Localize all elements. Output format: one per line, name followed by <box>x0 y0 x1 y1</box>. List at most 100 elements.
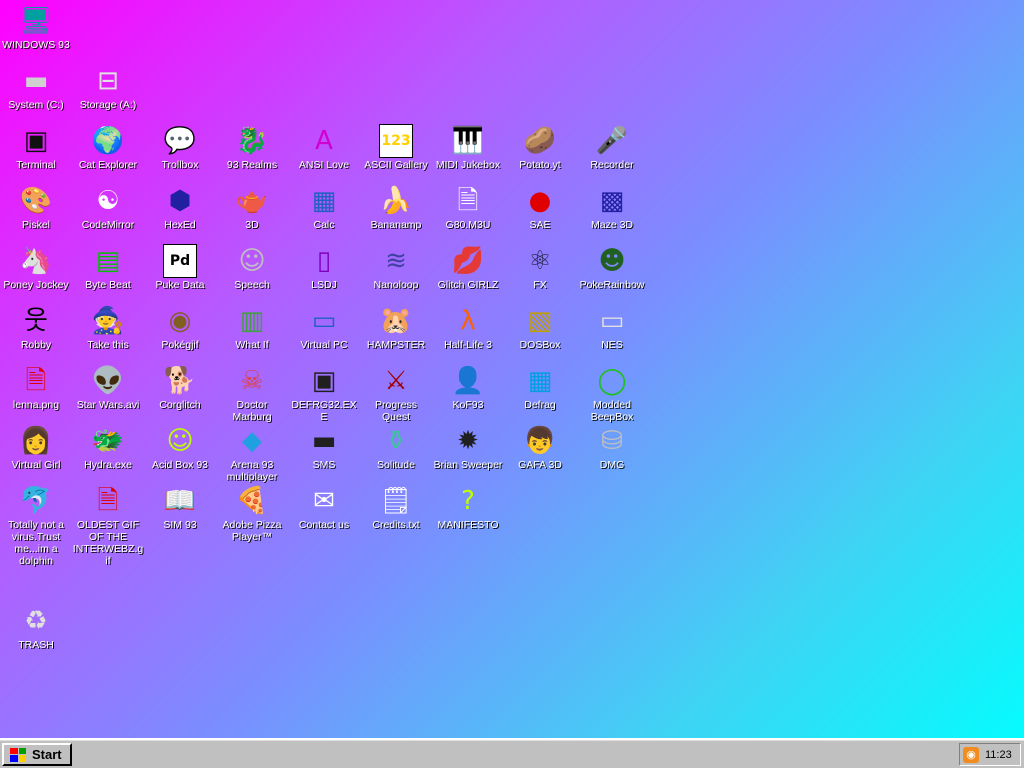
desktop-icon-corglitch[interactable]: 🐕 Corglitch <box>144 364 216 411</box>
desktop-icon-calc[interactable]: ▦ Calc <box>288 184 360 231</box>
desktop-icon-windows-93[interactable]: 🖥 WINDOWS 93 <box>0 4 72 51</box>
desktop-icon-label: SIM 93 <box>163 519 197 531</box>
desktop-icon-system-c[interactable]: ▬ System (C:) <box>0 64 72 111</box>
desktop-icon-label: Glitch GIRLZ <box>437 279 499 291</box>
desktop-icon-half-life-3[interactable]: λ Half-Life 3 <box>432 304 504 351</box>
desktop-icon-kof93[interactable]: 👤 KoF93 <box>432 364 504 411</box>
desktop-icon-recorder[interactable]: 🎤 Recorder <box>576 124 648 171</box>
atom-icon: ⚛ <box>528 246 552 276</box>
desktop-icon-solitude[interactable]: ⚱ Solitude <box>360 424 432 471</box>
desktop-icon-star-wars-avi[interactable]: 👽 Star Wars.avi <box>72 364 144 411</box>
desktop-icon-modded-beepbox[interactable]: ◯ Modded BeepBox <box>576 364 648 423</box>
desktop-icon-robby[interactable]: 웃 Robby <box>0 304 72 351</box>
desktop-icon-sms[interactable]: ▬ SMS <box>288 424 360 471</box>
desktop-icon-hydra-exe[interactable]: 🐲 Hydra.exe <box>72 424 144 471</box>
desktop-icon-nes[interactable]: ▭ NES <box>576 304 648 351</box>
desktop-icon-oldest-gif-of-the-interwebz-gif[interactable]: 🗎 OLDEST GIF OF THE INTERWEBZ.gif <box>72 484 144 567</box>
desktop-icon-pokerainbow[interactable]: ☻ PokeRainbow <box>576 244 648 291</box>
desktop-icon-93-realms[interactable]: 🐉 93 Realms <box>216 124 288 171</box>
pixel-character-icon: 🧙 <box>91 306 125 336</box>
teapot-icon: 🫖 <box>235 186 269 216</box>
pony-icon: 🦄 <box>19 246 53 276</box>
start-button[interactable]: Start <box>2 743 72 766</box>
music-file-icon: 🗎 <box>457 186 479 216</box>
desktop-icon-virtual-girl[interactable]: 👩 Virtual Girl <box>0 424 72 471</box>
stick-figure-icon: 웃 <box>24 306 48 336</box>
desktop-icon-dosbox[interactable]: ▧ DOSBox <box>504 304 576 351</box>
potato-icon: 🥔 <box>523 126 557 156</box>
desktop-icon-label: NES <box>601 339 623 351</box>
desktop-icon-ascii-gallery[interactable]: 123 ASCII Gallery <box>360 124 432 171</box>
desktop-icon-doctor-marburg[interactable]: ☠ Doctor Marburg <box>216 364 288 423</box>
start-label: Start <box>32 747 62 762</box>
desktop-icon-virtual-pc[interactable]: ▭ Virtual PC <box>288 304 360 351</box>
desktop-icon-label: Defrag <box>524 399 556 411</box>
desktop-icon-speech[interactable]: ☺ Speech <box>216 244 288 291</box>
sms-console-icon: ▬ <box>311 426 337 456</box>
desktop-icon-maze-3d[interactable]: ▩ Maze 3D <box>576 184 648 231</box>
desktop-icon-storage-a[interactable]: ⊟ Storage (A:) <box>72 64 144 111</box>
desktop-icon-what-if[interactable]: ▥ What If <box>216 304 288 351</box>
desktop-icon-potato-yt[interactable]: 🥔 Potato.yt <box>504 124 576 171</box>
dragon-icon: 🐉 <box>235 126 269 156</box>
face-portrait-icon: 👩 <box>19 426 53 456</box>
desktop-icon-ansi-love[interactable]: A ANSI Love <box>288 124 360 171</box>
desktop-icon-nanoloop[interactable]: ≋ Nanoloop <box>360 244 432 291</box>
desktop-icon-label: Corglitch <box>159 399 201 411</box>
desktop-icon-defrag[interactable]: ▦ Defrag <box>504 364 576 411</box>
desktop-icon-defrg32-exe[interactable]: ▣ DEFRG32.EXE <box>288 364 360 423</box>
desktop-icon-poney-jockey[interactable]: 🦄 Poney Jockey <box>0 244 72 291</box>
desktop-icon-hampster[interactable]: 🐹 HAMPSTER <box>360 304 432 351</box>
pokemon-group-icon: ☻ <box>598 246 626 276</box>
desktop-icon-dmg[interactable]: ⛁ DMG <box>576 424 648 471</box>
desktop-icon-midi-jukebox[interactable]: 🎹 MIDI Jukebox <box>432 124 504 171</box>
piano-keys-icon: 🎹 <box>451 126 485 156</box>
book-icon: 📖 <box>163 486 197 516</box>
desktop-icon-label: MANIFESTO <box>437 519 499 531</box>
desktop-icon-3d[interactable]: 🫖 3D <box>216 184 288 231</box>
desktop-icon-arena-93-multiplayer[interactable]: ◆ Arena 93 multiplayer <box>216 424 288 483</box>
desktop-icon-terminal[interactable]: ▣ Terminal <box>0 124 72 171</box>
desktop-icon-gafa-3d[interactable]: 👦 GAFA 3D <box>504 424 576 471</box>
desktop-icon-codemirror[interactable]: ☯ CodeMirror <box>72 184 144 231</box>
desktop-icon-credits-txt[interactable]: 🗒 Credits.txt <box>360 484 432 531</box>
desktop-icon-label: Maze 3D <box>590 219 633 231</box>
desktop-icon-label: DMG <box>599 459 625 471</box>
disk-image-icon: ⛁ <box>601 426 623 456</box>
desktop-icon-trollbox[interactable]: 💬 Trollbox <box>144 124 216 171</box>
terminal-icon: ▣ <box>23 126 49 156</box>
clock: 11:23 <box>985 748 1012 761</box>
desktop-icon-progress-quest[interactable]: ⚔ Progress Quest <box>360 364 432 423</box>
desktop-icon-g80-m3u[interactable]: 🗎 G80.M3U <box>432 184 504 231</box>
desktop-icon-label: Nanoloop <box>373 279 419 291</box>
desktop-icon-label: Hydra.exe <box>84 459 132 471</box>
paint-palette-icon: 🎨 <box>19 186 53 216</box>
desktop-icon-trash[interactable]: ♻ TRASH <box>0 604 72 651</box>
desktop-icon-piskel[interactable]: 🎨 Piskel <box>0 184 72 231</box>
desktop-icon-sim-93[interactable]: 📖 SIM 93 <box>144 484 216 531</box>
desktop-icon-adobe-pizza-player[interactable]: 🍕 Adobe Pizza Player™ <box>216 484 288 543</box>
desktop-icon-totally-not-a-virus-trust-me-im-a-dolphin[interactable]: 🐬 Totally not a virus.Trust me...im a dol… <box>0 484 72 567</box>
desktop-icon-brian-sweeper[interactable]: ✹ Brian Sweeper <box>432 424 504 471</box>
desktop-icon-contact-us[interactable]: ✉ Contact us <box>288 484 360 531</box>
desktop-icon-acid-box-93[interactable]: ☺ Acid Box 93 <box>144 424 216 471</box>
desktop-icon-label: Credits.txt <box>372 519 420 531</box>
desktop-icon-glitch-girlz[interactable]: 💋 Glitch GIRLZ <box>432 244 504 291</box>
desktop-icon-label: Recorder <box>590 159 634 171</box>
desktop-icon-manifesto[interactable]: ? MANIFESTO <box>432 484 504 531</box>
desktop-icon-hexed[interactable]: ⬢ HexEd <box>144 184 216 231</box>
desktop-icon-cat-explorer[interactable]: 🌍 Cat Explorer <box>72 124 144 171</box>
desktop-icon-lenna-png[interactable]: 🗎 lenna.png <box>0 364 72 411</box>
rss-icon[interactable]: ◉ <box>963 746 979 763</box>
desktop-icon-bananamp[interactable]: 🍌 Bananamp <box>360 184 432 231</box>
desktop-icon-label: PokeRainbow <box>579 279 645 291</box>
desktop-icon-puke-data[interactable]: Pd Puke Data <box>144 244 216 291</box>
desktop-icon-fx[interactable]: ⚛ FX <box>504 244 576 291</box>
desktop-icon-pok-gjif[interactable]: ◉ Pokégjif <box>144 304 216 351</box>
bottle-icon: ⚱ <box>385 426 407 456</box>
desktop-icon-byte-beat[interactable]: ▤ Byte Beat <box>72 244 144 291</box>
desktop-icon-sae[interactable]: ● SAE <box>504 184 576 231</box>
desktop-icon-label: CodeMirror <box>81 219 135 231</box>
desktop-icon-take-this[interactable]: 🧙 Take this <box>72 304 144 351</box>
desktop-icon-lsdj[interactable]: ▯ LSDJ <box>288 244 360 291</box>
